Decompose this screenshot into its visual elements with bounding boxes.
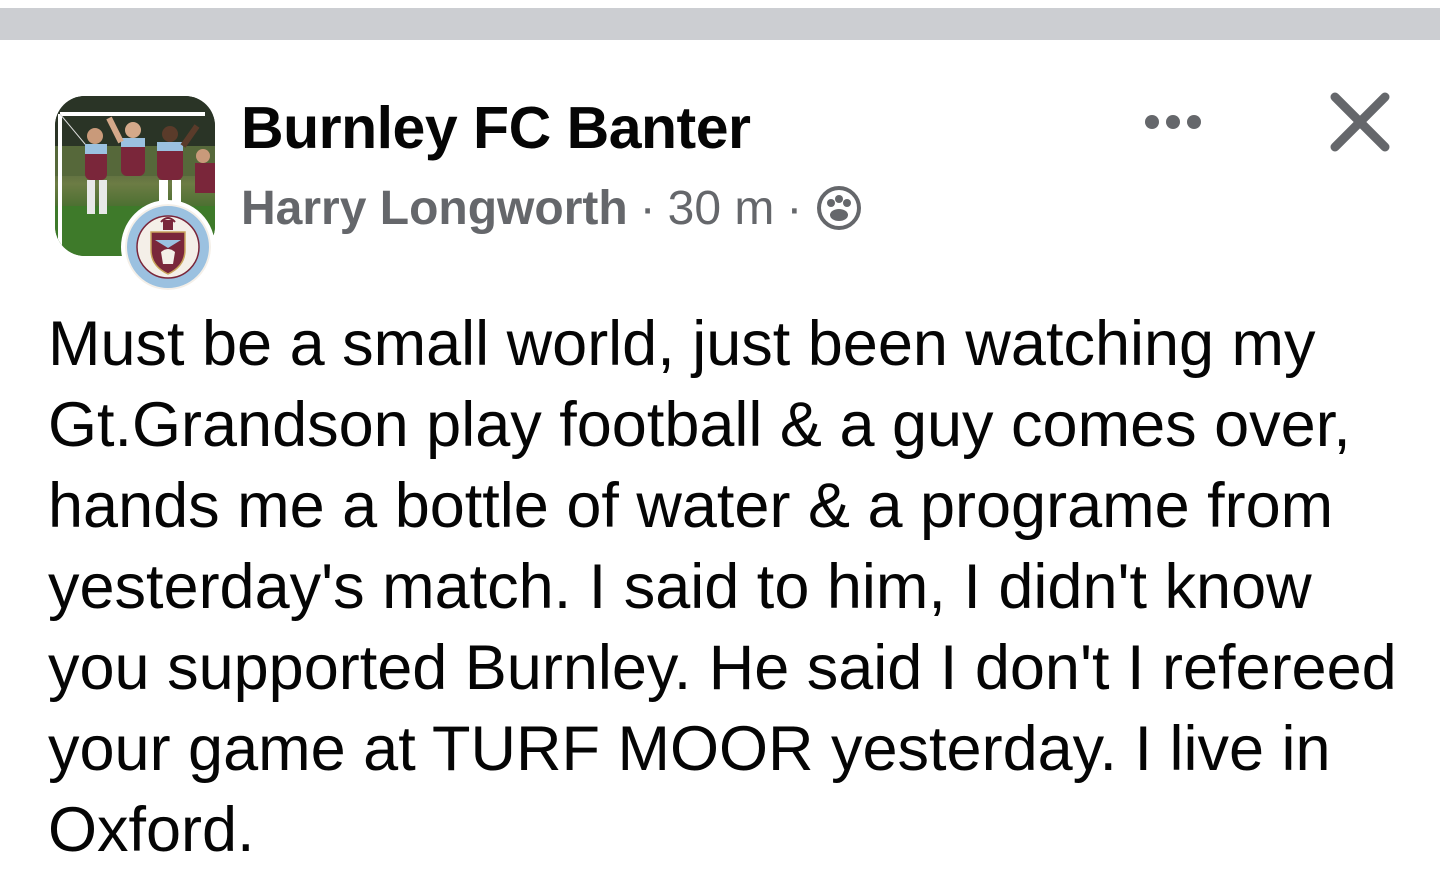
- close-button[interactable]: [1318, 80, 1402, 164]
- post-body-text: Must be a small world, just been watchin…: [48, 309, 1397, 865]
- more-options-icon: [1145, 115, 1201, 129]
- meta-separator: ·: [786, 181, 803, 235]
- burnley-crest-icon: [121, 200, 215, 294]
- group-name[interactable]: Burnley FC Banter: [241, 92, 751, 164]
- post-card: Burnley FC Banter Harry Longworth · 30 m…: [0, 40, 1440, 889]
- meta-separator: ·: [639, 181, 656, 235]
- top-bar: [0, 8, 1440, 40]
- group-avatar[interactable]: [55, 96, 225, 294]
- more-options-button[interactable]: [1130, 100, 1216, 144]
- post-time[interactable]: 30 m: [668, 181, 775, 236]
- group-privacy-icon: [816, 185, 862, 231]
- post-meta: Harry Longworth · 30 m ·: [241, 176, 862, 240]
- close-icon: [1330, 92, 1390, 152]
- author-name[interactable]: Harry Longworth: [241, 181, 628, 236]
